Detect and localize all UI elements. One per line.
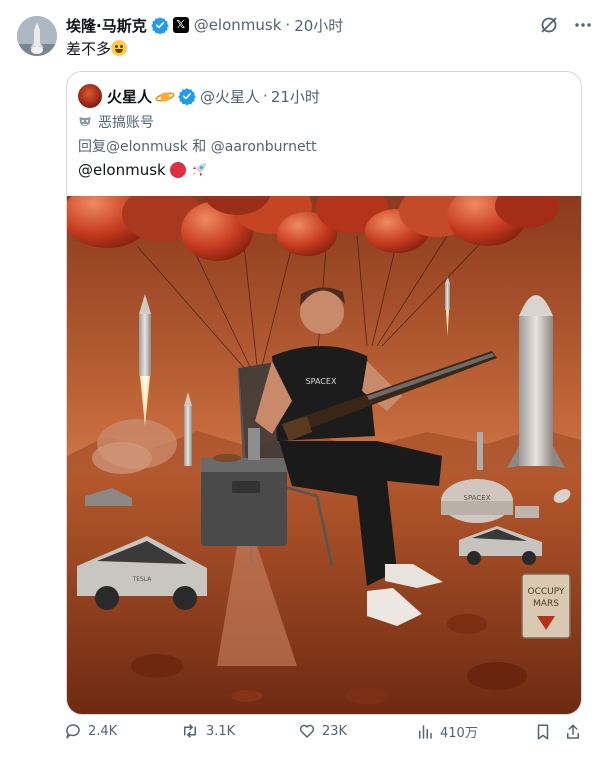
quoted-avatar[interactable] <box>78 84 102 108</box>
meta-separator: · <box>285 16 291 34</box>
planet-emoji-icon <box>155 89 175 103</box>
tweet-time[interactable]: 20小时 <box>294 15 343 36</box>
retweet-button[interactable]: 3.1K <box>180 722 235 740</box>
like-count: 23K <box>322 723 348 739</box>
mask-icon <box>79 117 91 126</box>
x-badge-icon: 𝕏 <box>172 17 189 33</box>
retweet-icon <box>184 724 196 738</box>
bookmark-icon <box>537 724 549 740</box>
action-bar: 2.4K 3.1K 23K 410万 <box>64 722 584 748</box>
tweet-body: 差不多 <box>66 40 112 58</box>
quoted-time[interactable]: 21小时 <box>271 86 320 107</box>
author-handle[interactable]: @elonmusk <box>194 16 282 34</box>
top-actions <box>539 15 593 35</box>
bookmark-button[interactable] <box>534 722 558 742</box>
author-avatar[interactable] <box>17 16 57 56</box>
quoted-tweet[interactable]: 火星人 @火星人 · 21小时 恶搞账号 回复@elonmusk 和 @aaro… <box>66 71 582 715</box>
parody-label-text: 恶搞账号 <box>98 115 154 131</box>
car-text: TESLA <box>132 576 153 583</box>
rocket-emoji-icon <box>192 163 206 176</box>
views-icon <box>419 724 432 739</box>
reply-icon <box>66 724 80 739</box>
grok-icon[interactable] <box>539 15 559 35</box>
reply-to-line[interactable]: 回复@elonmusk 和 @aaronburnett <box>78 136 317 156</box>
sign-text-line1: OCCUPY <box>528 587 565 597</box>
quoted-handle[interactable]: @火星人 <box>200 86 260 107</box>
reply-button[interactable]: 2.4K <box>64 722 117 740</box>
red-circle-emoji-icon <box>169 162 186 178</box>
quoted-author-name[interactable]: 火星人 <box>107 86 152 107</box>
share-icon <box>567 724 579 739</box>
quoted-header: 火星人 @火星人 · 21小时 <box>78 84 320 108</box>
quoted-text: @elonmusk <box>78 161 208 179</box>
reply-count: 2.4K <box>88 723 118 739</box>
quoted-meta-separator: · <box>263 87 268 105</box>
tweet-header: 埃隆·马斯克 𝕏 @elonmusk · 20小时 <box>66 13 343 37</box>
mars-scene: SPACEX SPACEX TESLA OCCUPY MARS <box>67 167 581 714</box>
verified-badge-icon <box>151 17 169 34</box>
view-count: 410万 <box>440 726 478 741</box>
quoted-image[interactable]: SPACEX SPACEX TESLA OCCUPY MARS <box>67 167 581 714</box>
tweet-text: 差不多 <box>66 38 128 59</box>
laughing-emoji-icon <box>111 40 128 56</box>
shirt-text: SPACEX <box>306 377 337 386</box>
views-button[interactable]: 410万 <box>416 722 478 741</box>
sign-text-line2: MARS <box>533 599 559 609</box>
quoted-verified-badge-icon <box>178 88 196 105</box>
share-button[interactable] <box>564 722 588 742</box>
retweet-count: 3.1K <box>206 723 236 739</box>
more-icon[interactable] <box>573 15 593 35</box>
tweet[interactable]: 埃隆·马斯克 𝕏 @elonmusk · 20小时 差不多 火星人 @火星人 ·… <box>0 0 611 760</box>
like-button[interactable]: 23K <box>298 722 347 740</box>
author-name[interactable]: 埃隆·马斯克 <box>66 15 147 36</box>
like-icon <box>299 724 315 738</box>
parody-label: 恶搞账号 <box>78 112 154 132</box>
dome-text: SPACEX <box>464 494 491 502</box>
quoted-body[interactable]: @elonmusk <box>78 161 166 179</box>
